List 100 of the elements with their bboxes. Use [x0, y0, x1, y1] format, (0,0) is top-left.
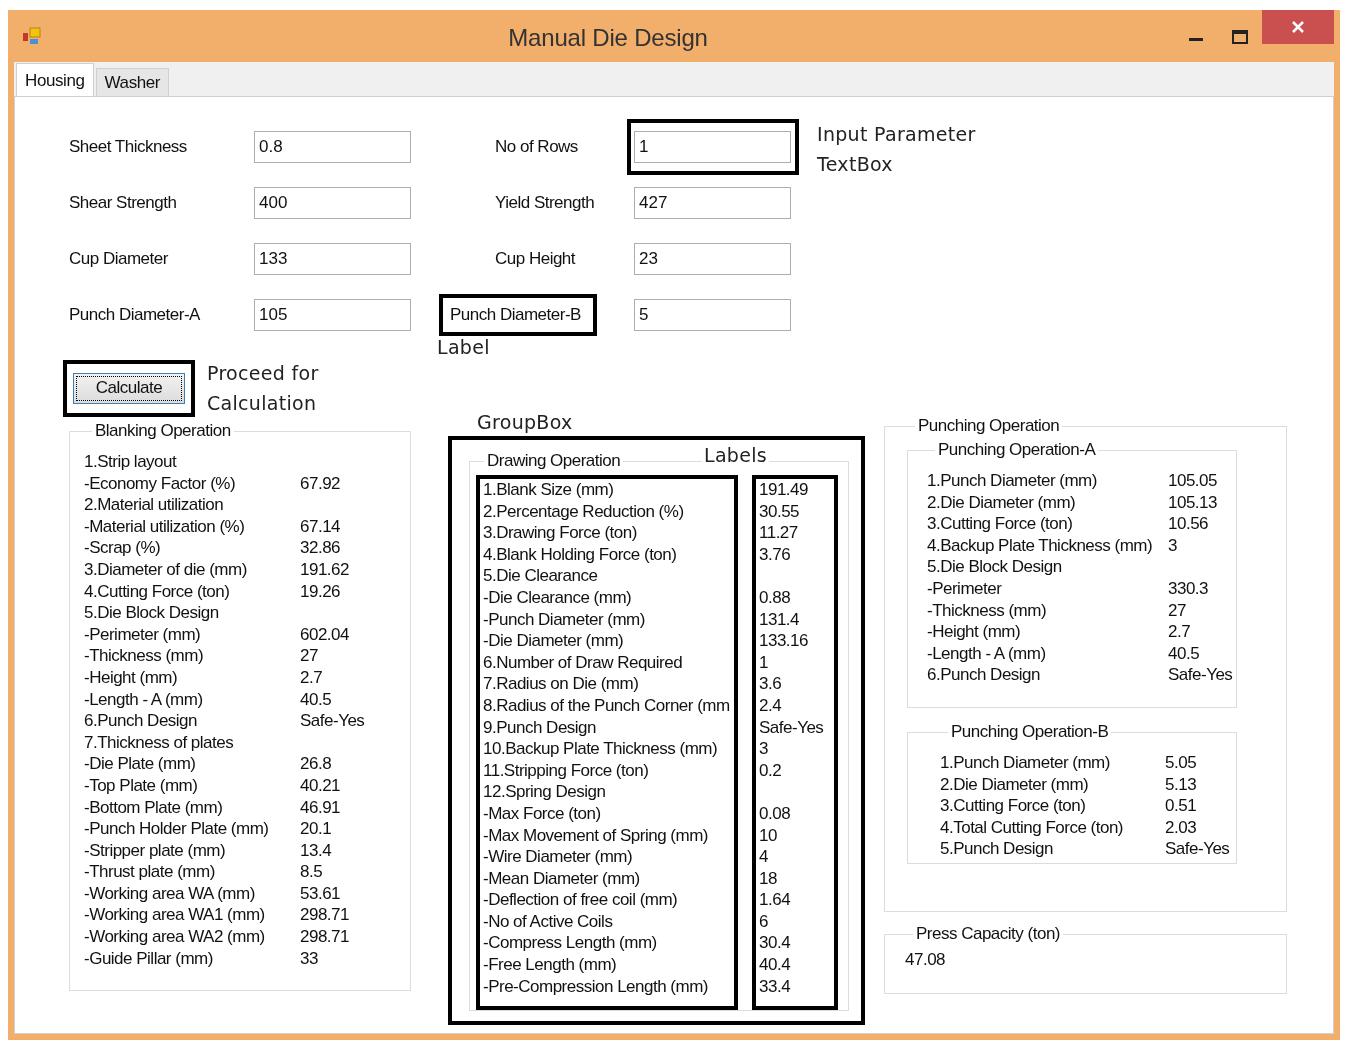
input-field[interactable]: 5 [634, 299, 791, 331]
row-value: 4 [759, 846, 769, 868]
row-label: -Max Force (ton) [483, 802, 602, 825]
input-field[interactable]: 427 [634, 187, 791, 219]
input-field[interactable]: 1 [634, 131, 791, 163]
field-label: Cup Diameter [69, 249, 169, 269]
row-label: 2.Percentage Reduction (%) [483, 500, 685, 523]
calculate-button[interactable]: Calculate [73, 372, 185, 404]
row-label: 5.Die Block Design [927, 556, 1063, 578]
row-label: 3.Diameter of die (mm) [84, 558, 248, 581]
row-value: 10.56 [1168, 513, 1210, 535]
input-field[interactable]: 0.8 [254, 131, 411, 163]
field-label: Cup Height [494, 249, 577, 269]
row-value: 53.61 [300, 882, 342, 905]
row-label: -Wire Diameter (mm) [483, 846, 634, 868]
row-label: -Height (mm) [927, 621, 1022, 643]
row-value: Safe-Yes [1168, 664, 1234, 686]
row-label: 3.Cutting Force (ton) [927, 513, 1074, 535]
row-value: 27 [300, 645, 319, 667]
row-value: 3.6 [759, 673, 783, 695]
row-label: -Thickness (mm) [927, 599, 1048, 622]
row-label: 5.Punch Design [940, 838, 1055, 860]
window-title: Manual Die Design [507, 24, 709, 52]
row-value: 191.62 [300, 558, 350, 581]
row-value: 133.16 [759, 630, 809, 652]
row-value: 1 [759, 651, 769, 674]
field-label: Punch Diameter-B [450, 305, 581, 325]
row-label: 6.Number of Draw Required [483, 651, 684, 674]
row-label: 4.Cutting Force (ton) [84, 580, 231, 603]
row-value: 20.1 [300, 818, 333, 840]
row-label: -Working area WA1 (mm) [84, 904, 266, 927]
row-label: -Die Diameter (mm) [483, 630, 625, 652]
row-value: 32.86 [300, 537, 342, 559]
minimize-icon [1189, 37, 1203, 41]
row-value: Safe-Yes [1165, 838, 1231, 860]
row-label: -Length - A (mm) [927, 642, 1047, 665]
press-capacity-value: 47.08 [905, 950, 946, 969]
annotation-text: Proceed for Calculation [207, 361, 319, 416]
group-title: Punching Operation-A [937, 440, 1097, 460]
row-label: 9.Punch Design [483, 716, 598, 739]
row-value: 11.27 [759, 522, 799, 544]
row-label: 6.Punch Design [927, 664, 1042, 686]
row-label: 5.Die Block Design [84, 602, 220, 624]
row-value: 6 [759, 910, 769, 933]
input-field[interactable]: 105 [254, 299, 411, 331]
row-value: 3 [759, 738, 769, 760]
group-title: Punching Operation-B [950, 722, 1110, 742]
row-label: 4.Total Cutting Force (ton) [940, 816, 1125, 839]
row-label: -Pre-Compression Length (mm) [483, 975, 709, 998]
input-field[interactable]: 133 [254, 243, 411, 275]
row-value: 30.55 [759, 500, 801, 523]
field-label: Punch Diameter-A [69, 305, 201, 325]
row-value: 0.88 [759, 586, 792, 609]
row-value: 298.71 [300, 926, 350, 948]
row-value: 40.21 [300, 774, 342, 797]
row-label: -Die Plate (mm) [84, 753, 197, 775]
group-title: Blanking Operation [94, 421, 232, 441]
row-value: 3 [1168, 534, 1178, 557]
row-label: -Thrust plate (mm) [84, 861, 216, 883]
row-label: 3.Cutting Force (ton) [940, 795, 1087, 817]
row-label: -Mean Diameter (mm) [483, 867, 641, 890]
row-value: 33.4 [759, 975, 792, 998]
row-label: -Stripper plate (mm) [84, 839, 227, 862]
row-label: 2.Die Diameter (mm) [927, 491, 1077, 514]
row-value: 33 [300, 947, 319, 970]
row-value: 27 [1168, 599, 1187, 622]
row-label: 3.Drawing Force (ton) [483, 522, 638, 544]
tab[interactable]: Housing [16, 63, 94, 97]
row-label: 10.Backup Plate Thickness (mm) [483, 738, 719, 760]
annotation-text: GroupBox [477, 411, 573, 433]
row-value: 40.5 [1168, 642, 1201, 665]
row-value: Safe-Yes [300, 710, 366, 732]
tab[interactable]: Washer [95, 68, 170, 97]
row-value: 18 [759, 867, 778, 890]
row-label: 6.Punch Design [84, 710, 199, 732]
row-label: -Economy Factor (%) [84, 472, 237, 495]
close-button[interactable] [1262, 10, 1334, 44]
group-title: Punching Operation [917, 416, 1061, 436]
row-label: -Working area WA (mm) [84, 882, 256, 905]
annotation-text: Input Parameter TextBox [817, 122, 977, 177]
maximize-icon [1232, 30, 1248, 44]
input-field[interactable]: 23 [634, 243, 791, 275]
row-value: 3.76 [759, 543, 792, 566]
annotation-text: Label [437, 335, 490, 359]
row-value: 5.13 [1165, 773, 1198, 796]
row-label: -Guide Pillar (mm) [84, 947, 214, 970]
row-value: 2.7 [1168, 621, 1192, 643]
row-label: -Free Length (mm) [483, 954, 618, 976]
row-label: 2.Material utilization [84, 494, 225, 516]
row-value: 2.03 [1165, 816, 1198, 839]
row-label: 4.Backup Plate Thickness (mm) [927, 534, 1154, 557]
row-label: -Working area WA2 (mm) [84, 926, 266, 948]
row-label: -Top Plate (mm) [84, 774, 199, 797]
input-field[interactable]: 400 [254, 187, 411, 219]
row-label: 1.Punch Diameter (mm) [927, 470, 1098, 492]
row-value: 46.91 [300, 796, 342, 819]
row-value: 8.5 [300, 861, 324, 883]
row-value: 191.49 [759, 479, 809, 501]
row-label: -Perimeter (mm) [84, 623, 202, 646]
row-value: 105.05 [1168, 470, 1218, 492]
